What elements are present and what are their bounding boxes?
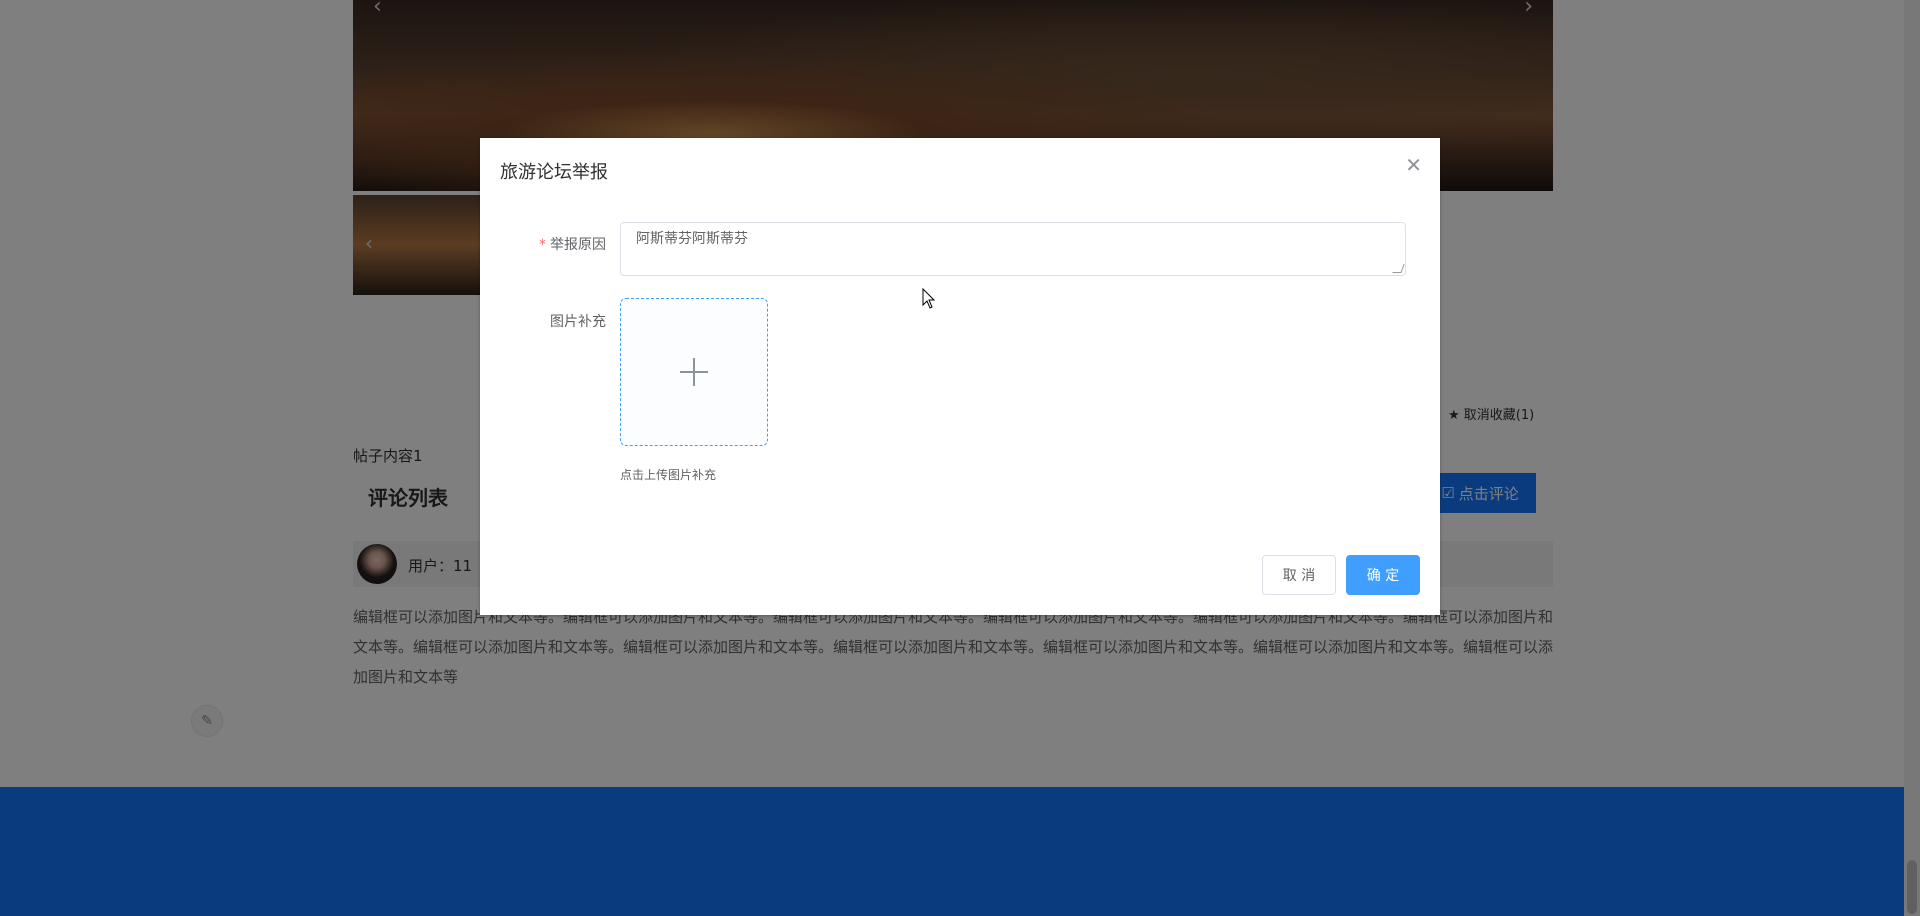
upload-tip: 点击上传图片补充 <box>620 468 717 482</box>
close-icon[interactable]: ✕ <box>1405 153 1422 177</box>
required-mark: * <box>539 237 546 253</box>
report-dialog: 旅游论坛举报 ✕ * 举报原因 阿斯蒂芬阿斯蒂芬 图片补充 点击上传图片补充 取 … <box>480 138 1440 615</box>
plus-icon <box>680 358 708 386</box>
resize-handle-icon[interactable] <box>1392 264 1405 273</box>
image-upload-button[interactable] <box>620 298 768 446</box>
reason-textarea[interactable]: 阿斯蒂芬阿斯蒂芬 <box>620 222 1406 276</box>
reason-label-text: 举报原因 <box>550 237 606 253</box>
image-label: 图片补充 <box>550 314 606 330</box>
reason-value: 阿斯蒂芬阿斯蒂芬 <box>636 231 748 247</box>
cancel-button[interactable]: 取 消 <box>1262 555 1336 595</box>
mouse-cursor-icon <box>922 288 936 309</box>
dialog-title: 旅游论坛举报 <box>500 162 608 183</box>
reason-label: * 举报原因 <box>539 234 606 254</box>
confirm-button[interactable]: 确 定 <box>1346 555 1420 595</box>
